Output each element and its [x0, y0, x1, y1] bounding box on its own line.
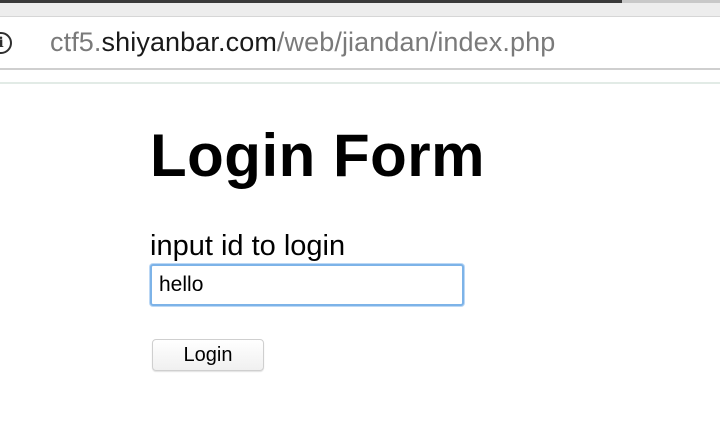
toolbar-divider [0, 82, 720, 84]
login-button[interactable]: Login [152, 339, 264, 371]
active-tab-edge [0, 0, 622, 3]
url-text[interactable]: ctf5.shiyanbar.com/web/jiandan/index.php [50, 27, 555, 58]
url-prefix: ctf5. [50, 27, 102, 57]
url-path: /web/jiandan/index.php [276, 27, 556, 57]
login-page: Login Form input id to login hello Login [150, 118, 485, 371]
page-title: Login Form [150, 122, 485, 189]
inactive-tab-edge [622, 0, 720, 3]
address-bar[interactable]: i ctf5.shiyanbar.com/web/jiandan/index.p… [0, 16, 720, 70]
tab-strip [0, 0, 720, 16]
id-input-value: hello [159, 273, 204, 296]
login-prompt-label: input id to login [150, 230, 346, 262]
id-input[interactable]: hello [150, 264, 464, 306]
login-button-label: Login [183, 343, 233, 366]
info-icon[interactable]: i [0, 31, 12, 54]
url-domain: shiyanbar.com [101, 27, 277, 57]
